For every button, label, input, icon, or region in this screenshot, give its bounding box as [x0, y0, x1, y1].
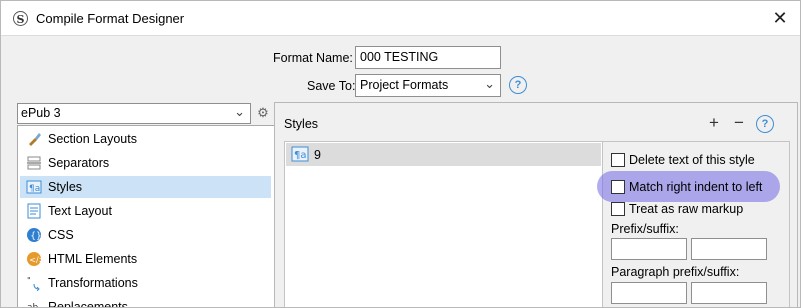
sidebar-item-css[interactable]: {} CSS: [20, 224, 271, 246]
add-style-button[interactable]: +: [709, 113, 719, 133]
paragraph-style-icon: ¶a: [291, 146, 309, 162]
svg-text:</>: </>: [29, 256, 42, 265]
style-name: 9: [314, 148, 321, 162]
list-item[interactable]: ¶a 9: [286, 143, 601, 166]
css-icon: {}: [27, 228, 42, 242]
raw-markup-checkbox[interactable]: [611, 202, 625, 216]
sidebar-item-label: Text Layout: [48, 204, 112, 218]
sidebar-item-label: HTML Elements: [48, 252, 138, 266]
sidebar-item-label: Separators: [48, 156, 110, 170]
remove-style-button[interactable]: −: [734, 113, 744, 133]
paragraph-prefix-suffix-label: Paragraph prefix/suffix:: [611, 265, 740, 279]
paragraph-suffix-input[interactable]: [691, 282, 767, 304]
sidebar-item-section-layouts[interactable]: Section Layouts: [20, 128, 271, 150]
window-title: Compile Format Designer: [36, 11, 185, 26]
prefix-suffix-label: Prefix/suffix:: [611, 222, 679, 236]
prefix-input[interactable]: [611, 238, 687, 260]
separator-icon: [27, 156, 41, 170]
sidebar-item-label: Styles: [48, 180, 83, 194]
close-button[interactable]: ✕: [770, 8, 790, 28]
save-to-label: Save To:: [307, 79, 356, 93]
scrivener-app-icon: S: [13, 11, 28, 26]
svg-text:¶a: ¶a: [294, 150, 307, 161]
delete-text-checkbox[interactable]: [611, 153, 625, 167]
delete-text-label: Delete text of this style: [629, 153, 755, 167]
suffix-input[interactable]: [691, 238, 767, 260]
sidebar-item-text-layout[interactable]: Text Layout: [20, 200, 271, 222]
replacements-icon: ab: [27, 303, 39, 308]
styles-list: ¶a 9: [284, 141, 604, 307]
format-name-label: Format Name:: [273, 51, 353, 65]
match-indent-checkbox[interactable]: [611, 180, 625, 194]
chevron-down-icon: ⌄: [484, 76, 495, 91]
raw-markup-label: Treat as raw markup: [629, 202, 744, 216]
svg-text:": ": [27, 276, 31, 285]
section-list: Section Layouts Separators ¶a Styles Tex…: [17, 125, 276, 308]
sidebar-item-label: Replacements: [48, 300, 128, 308]
styles-help-icon[interactable]: ?: [756, 115, 774, 133]
compile-format-designer-window: S Compile Format Designer ✕ Format Name:…: [0, 0, 801, 308]
sidebar-item-label: CSS: [48, 228, 74, 242]
save-to-select[interactable]: Project Formats ⌄: [355, 74, 501, 97]
sidebar-item-transformations[interactable]: " Transformations: [20, 272, 271, 294]
save-to-value: Project Formats: [360, 78, 449, 92]
paragraph-prefix-input[interactable]: [611, 282, 687, 304]
sidebar-item-label: Section Layouts: [48, 132, 137, 146]
styles-panel-title: Styles: [284, 117, 319, 131]
svg-text:{}: {}: [30, 232, 41, 242]
sidebar-item-label: Transformations: [48, 276, 138, 290]
sidebar-item-replacements[interactable]: ab Replacements: [20, 296, 271, 308]
transformations-icon: ": [27, 276, 40, 291]
sidebar-item-separators[interactable]: Separators: [20, 152, 271, 174]
svg-text:¶a: ¶a: [29, 184, 40, 194]
chevron-down-icon: ⌄: [234, 104, 245, 119]
html-elements-icon: </>: [27, 252, 42, 266]
format-name-input[interactable]: 000 TESTING: [355, 46, 501, 69]
format-type-select[interactable]: ePub 3 ⌄: [17, 103, 251, 124]
help-icon[interactable]: ?: [509, 76, 527, 94]
brush-icon: [29, 133, 41, 146]
sidebar-item-styles[interactable]: ¶a Styles: [20, 176, 271, 198]
format-type-value: ePub 3: [21, 106, 61, 120]
match-indent-label: Match right indent to left: [629, 180, 763, 194]
sidebar-item-html-elements[interactable]: </> HTML Elements: [20, 248, 271, 270]
title-bar: S Compile Format Designer ✕: [1, 1, 800, 36]
svg-text:ab: ab: [27, 303, 39, 308]
paragraph-style-icon: ¶a: [26, 180, 42, 194]
text-layout-icon: [27, 203, 41, 219]
gear-icon[interactable]: ⚙: [255, 105, 271, 121]
